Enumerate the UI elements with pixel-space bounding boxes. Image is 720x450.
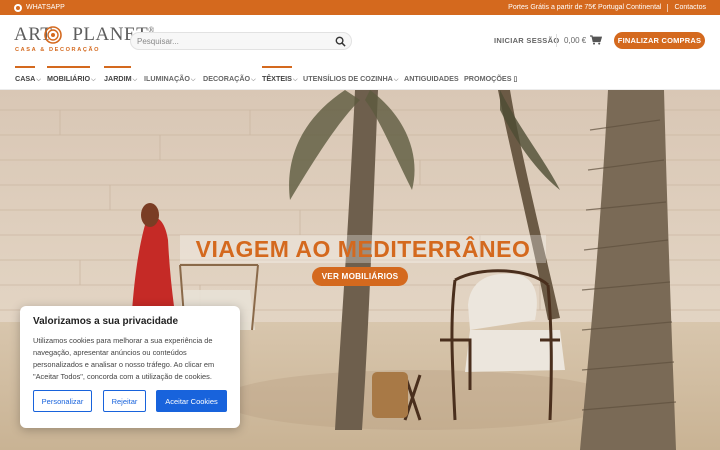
nav-label: PROMOÇÕES [464,74,512,83]
login-link[interactable]: INICIAR SESSÃO [494,36,559,45]
whatsapp-link[interactable]: WHATSAPP [14,3,65,12]
site-header: ARTPLANET® CASA & DECORAÇÃO INICIAR SESS… [0,15,720,65]
search-icon[interactable] [335,36,346,47]
divider [556,34,557,47]
chevron-down-icon: ⌵ [393,77,399,83]
hero-title: VIAGEM AO MEDITERRÂNEO [180,235,546,263]
contacts-link[interactable]: Contactos [674,4,706,11]
nav-item-texteis[interactable]: TÊXTEIS⌵ [262,66,298,84]
checkout-button[interactable]: FINALIZAR COMPRAS [614,32,705,49]
active-indicator [104,66,132,68]
accept-cookies-button[interactable]: Aceitar Cookies [156,390,227,412]
main-nav: CASA⌵ MOBILIÁRIO⌵ JARDIM⌵ ILUMINAÇÃO⌵ DE… [0,65,720,90]
nav-label: ANTIGUIDADES [404,74,459,83]
top-bar: WHATSAPP Portes Grátis a partir de 75€ P… [0,0,720,15]
nav-label: UTENSÍLIOS DE COZINHA [303,74,393,83]
cookie-title: Valorizamos a sua privacidade [33,316,179,327]
nav-item-promocoes[interactable]: PROMOÇÕES ▯ [464,74,518,83]
nav-item-mobiliario[interactable]: MOBILIÁRIO⌵ [47,66,96,84]
chevron-down-icon: ⌵ [91,77,96,83]
nav-item-casa[interactable]: CASA⌵ [15,66,41,84]
nav-item-antiguidades[interactable]: ANTIGUIDADES [404,74,459,83]
search-input[interactable] [137,35,327,48]
nav-item-decoracao[interactable]: DECORAÇÃO⌵ [203,74,256,84]
cart-total: 0,00 € [564,35,587,45]
reject-button[interactable]: Rejeitar [103,390,146,412]
site-logo[interactable]: ART PLANET® CASA & DECORAÇÃO [14,23,154,59]
active-indicator [47,66,90,68]
cookie-consent-banner: Valorizamos a sua privacidade Utilizamos… [20,306,240,428]
nav-label: DECORAÇÃO [203,74,251,83]
nav-item-jardim[interactable]: JARDIM⌵ [104,66,138,84]
cart-link[interactable]: 0,00 € [564,35,603,45]
divider [667,3,669,12]
nav-item-iluminacao[interactable]: ILUMINAÇÃO⌵ [144,74,195,84]
nav-label: TÊXTEIS [262,74,292,83]
chevron-down-icon: ⌵ [190,77,196,83]
nav-label: JARDIM [104,74,132,83]
search-box[interactable] [130,32,352,50]
chevron-down-icon: ⌵ [36,77,41,83]
logo-swirl-icon [44,26,62,44]
shipping-notice: Portes Grátis a partir de 75€ Portugal C… [508,4,662,11]
nav-label: CASA [15,74,36,83]
cookie-description: Utilizamos cookies para melhorar a sua e… [33,336,215,381]
logo-tagline: CASA & DECORAÇÃO [15,47,101,53]
whatsapp-icon [14,3,22,12]
cart-icon [590,35,603,45]
whatsapp-label: WHATSAPP [26,4,65,11]
promo-icon: ▯ [513,74,518,83]
nav-label: MOBILIÁRIO [47,74,91,83]
shop-furniture-button[interactable]: VER MOBILIÁRIOS [312,267,408,286]
active-indicator [262,66,292,68]
customize-button[interactable]: Personalizar [33,390,92,412]
cookie-actions: Personalizar Rejeitar Aceitar Cookies [33,390,227,412]
chevron-down-icon: ⌵ [292,77,298,83]
nav-item-utensilios[interactable]: UTENSÍLIOS DE COZINHA⌵ [303,74,398,84]
chevron-down-icon: ⌵ [251,77,256,83]
chevron-down-icon: ⌵ [132,77,138,83]
active-indicator [15,66,35,68]
nav-label: ILUMINAÇÃO [144,74,190,83]
